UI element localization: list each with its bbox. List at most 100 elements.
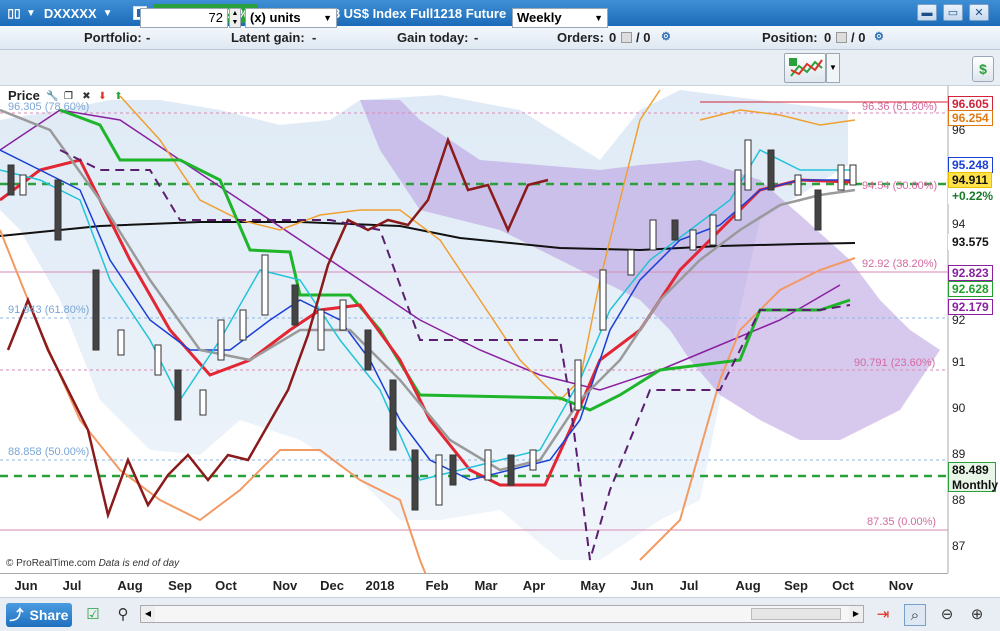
fibonacci-label: 88.858 (50.00%) <box>8 446 90 458</box>
add-indicator-button[interactable] <box>784 53 826 83</box>
fibonacci-label: 96.305 (78.60%) <box>8 101 90 113</box>
price-level-label: 96.254 <box>948 110 993 126</box>
zoom-in-icon[interactable]: ⊕ <box>966 604 988 626</box>
portfolio-label: Portfolio: <box>84 30 142 45</box>
position-value: 0 <box>824 30 832 45</box>
fibonacci-label: 94.54 (50.00%) <box>862 180 938 192</box>
monthly-level-value: 88.489 <box>952 463 989 477</box>
scroll-left-arrow[interactable]: ◀ <box>141 606 155 622</box>
x-axis: Jun Jul Aug Sep Oct Nov Dec 2018 Feb Mar… <box>0 573 948 597</box>
y-tick-label: 90 <box>952 401 966 415</box>
timeframe-select[interactable]: Weekly ▼ <box>512 8 608 28</box>
y-tick-label: 91 <box>952 355 966 369</box>
x-tick-label: Aug <box>117 578 143 593</box>
y-tick-label: 89 <box>952 447 966 461</box>
chevron-down-icon: ▼ <box>594 13 603 23</box>
trading-tool-icon[interactable]: $ <box>972 56 994 82</box>
fibonacci-label: 90.791 (23.60%) <box>854 357 936 369</box>
chart-scrollbar[interactable]: ◀ ▶ <box>140 605 864 623</box>
tool-icon[interactable]: ⚲ <box>112 604 134 626</box>
gain-today-value: - <box>474 30 479 45</box>
share-button[interactable]: ⤴ Share <box>6 603 72 627</box>
scroll-right-arrow[interactable]: ▶ <box>849 606 863 622</box>
chart-app-icon[interactable]: ▯▯ <box>6 5 22 21</box>
x-tick-label: Feb <box>425 578 449 593</box>
latent-gain-value: - <box>312 30 317 45</box>
position-close-icon[interactable] <box>836 32 847 43</box>
fibonacci-label: 87.35 (0.00%) <box>867 516 937 528</box>
x-tick-label: Jun <box>14 578 38 593</box>
chart-controls-bar <box>0 50 1000 86</box>
data-note: Data is end of day <box>98 558 180 569</box>
chevron-down-icon[interactable]: ▼ <box>26 8 36 19</box>
orders-cancel-icon[interactable] <box>621 32 632 43</box>
price-level-label: 93.575 <box>948 234 993 250</box>
fibonacci-label: 96.36 (61.80%) <box>862 101 938 113</box>
fibonacci-label: 92.92 (38.20%) <box>862 258 938 270</box>
orders-settings-icon[interactable]: ⚙ <box>661 30 671 43</box>
move-down-icon[interactable]: ⬇ <box>96 90 109 103</box>
units-quantity-input[interactable]: 72 <box>140 8 228 28</box>
units-stepper[interactable]: ▲ ▼ <box>229 8 241 28</box>
orders-total: / 0 <box>636 30 651 45</box>
share-button-label: Share <box>29 607 69 623</box>
maximize-button[interactable]: ▭ <box>943 4 963 21</box>
y-tick-label: 88 <box>952 493 966 507</box>
ticker-dropdown-icon[interactable]: ▼ <box>103 8 113 19</box>
fibonacci-label: 91.943 (61.80%) <box>8 304 90 316</box>
move-chart-icon[interactable]: ⇥ <box>872 604 894 626</box>
timeframe-select-value: Weekly <box>517 10 562 25</box>
chevron-down-icon: ▼ <box>323 13 332 23</box>
indicator-chart-icon <box>789 58 823 77</box>
x-tick-label: May <box>580 578 606 593</box>
y-tick-label: 87 <box>952 539 966 553</box>
x-tick-label: Mar <box>474 578 498 593</box>
position-total: / 0 <box>851 30 866 45</box>
price-chart[interactable]: 96 94 92 91 90 89 88 87 <box>0 86 1000 573</box>
monthly-level-caption: Monthly <box>952 478 998 492</box>
ticker-symbol[interactable]: DXXXXX <box>44 6 97 21</box>
price-level-label: 92.179 <box>948 299 993 315</box>
orders-label: Orders: <box>557 30 604 45</box>
copyright-text: © ProRealTime.com <box>6 558 96 569</box>
monthly-level-label: 88.489 Monthly <box>948 462 998 492</box>
x-tick-label: Jul <box>62 578 82 593</box>
zoom-box-icon[interactable]: ⌕ <box>904 604 926 626</box>
x-tick-label: Jul <box>679 578 699 593</box>
price-level-label: 95.248 <box>948 157 993 173</box>
x-tick-label: Jun <box>630 578 654 593</box>
checklist-icon[interactable]: ☑ <box>82 604 104 626</box>
change-percent-label: +0.22% <box>948 188 998 204</box>
price-level-label: 92.823 <box>948 265 993 281</box>
zoom-out-icon[interactable]: ⊖ <box>936 604 958 626</box>
position-label: Position: <box>762 30 818 45</box>
x-tick-label: 2018 <box>365 578 395 593</box>
latent-gain-label: Latent gain: <box>231 30 305 45</box>
x-tick-label: Sep <box>784 578 808 593</box>
x-tick-label: Aug <box>735 578 761 593</box>
portfolio-value: - <box>146 30 151 45</box>
units-select[interactable]: (x) units ▼ <box>245 8 337 28</box>
position-settings-icon[interactable]: ⚙ <box>874 30 884 43</box>
move-up-icon[interactable]: ⬆ <box>112 90 125 103</box>
gain-today-label: Gain today: <box>397 30 469 45</box>
y-tick-label: 94 <box>952 217 966 231</box>
x-tick-label: Nov <box>888 578 914 593</box>
scrollbar-thumb[interactable] <box>751 608 841 620</box>
close-button[interactable]: ✕ <box>969 4 989 21</box>
account-info-bar: Portfolio: - Latent gain: - Gain today: … <box>0 26 1000 50</box>
minimize-button[interactable]: ▬ <box>917 4 937 21</box>
price-level-label: 92.628 <box>948 281 993 297</box>
x-tick-label: Dec <box>320 578 344 593</box>
copyright-note: © ProRealTime.com Data is end of day <box>6 558 179 569</box>
orders-value: 0 <box>609 30 617 45</box>
x-tick-label: Oct <box>832 578 854 593</box>
x-tick-label: Sep <box>168 578 192 593</box>
x-tick-label: Nov <box>272 578 298 593</box>
indicator-dropdown[interactable]: ▼ <box>826 53 840 83</box>
share-icon: ⤴ <box>9 607 24 623</box>
last-price-label: 94.911 <box>948 172 993 188</box>
bottom-toolbar: ⤴ Share ☑ ⚲ ◀ ▶ ⇥ ⌕ ⊖ ⊕ <box>0 597 1000 631</box>
y-tick-label: 92 <box>952 313 966 327</box>
units-select-value: (x) units <box>250 10 301 25</box>
